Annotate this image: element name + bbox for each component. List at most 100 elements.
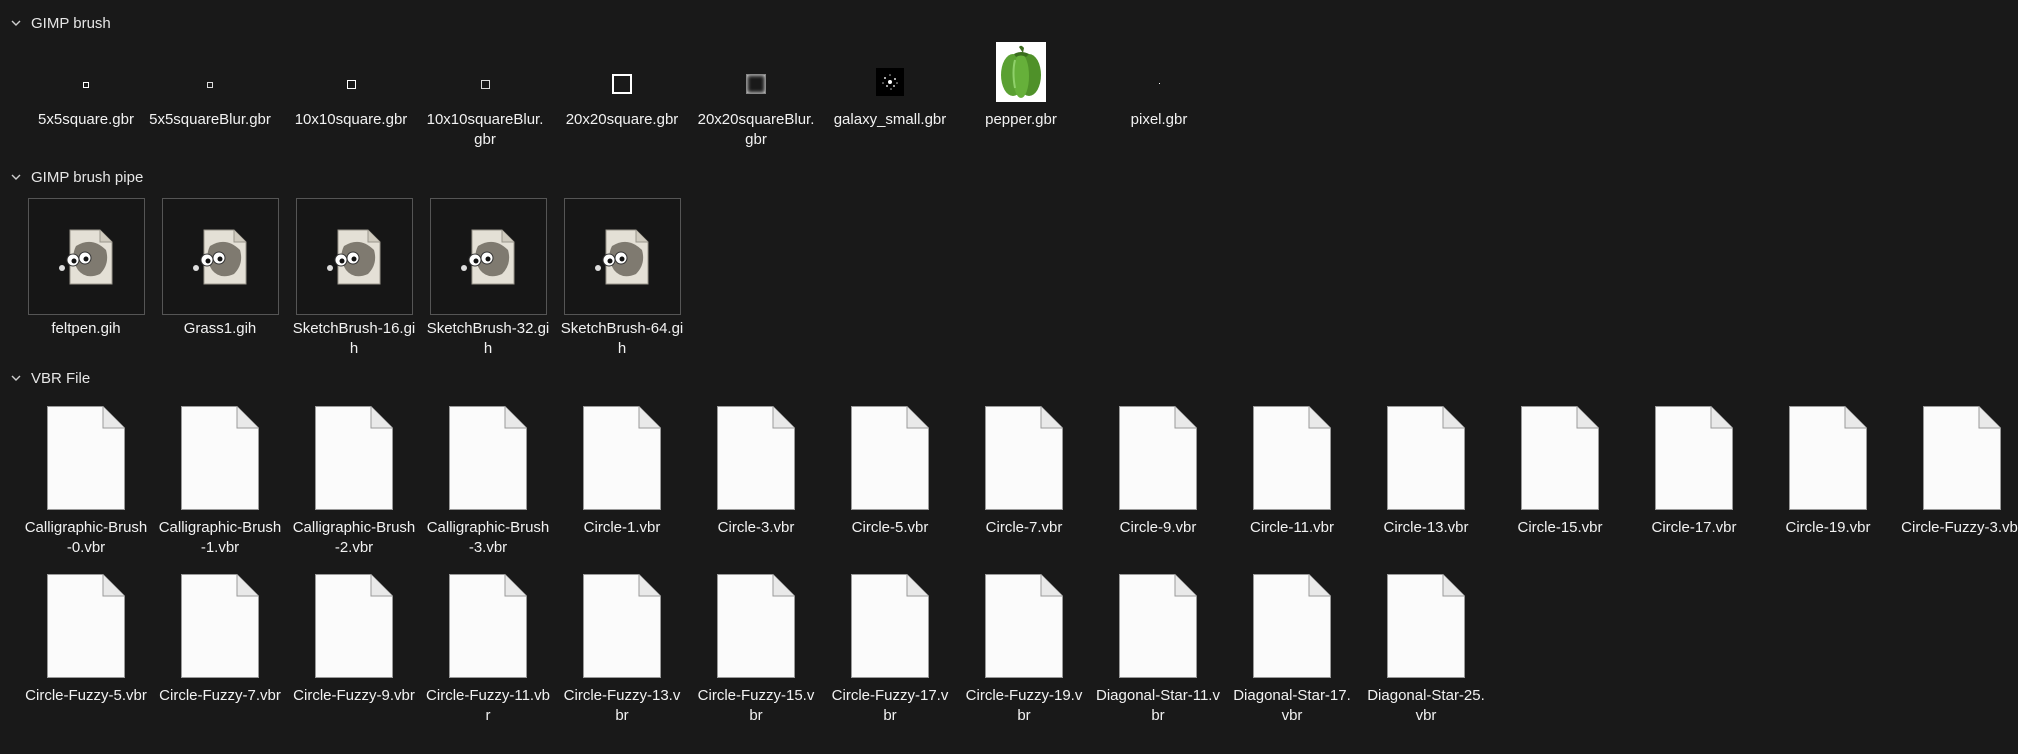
file-name: Circle-Fuzzy-5.vbr — [25, 687, 147, 704]
chevron-down-icon — [11, 174, 21, 180]
group-header-gimp-brush-pipe[interactable]: GIMP brush pipe — [10, 165, 143, 189]
file-item[interactable]: Diagonal-Star-17.vbr — [1229, 572, 1355, 726]
file-name: Calligraphic-Brush-3.vbr — [426, 519, 550, 556]
file-item[interactable]: SketchBrush-16.gih — [291, 198, 417, 359]
file-name: Diagonal-Star-11.vbr — [1096, 687, 1220, 724]
file-item[interactable]: Calligraphic-Brush-2.vbr — [291, 404, 417, 558]
file-item[interactable]: galaxy_small.gbr — [827, 32, 953, 130]
file-item[interactable]: 5x5squareBlur.gbr — [147, 32, 273, 130]
square-brush-icon — [288, 32, 414, 104]
file-item[interactable]: Circle-7.vbr — [961, 404, 1087, 538]
document-icon — [1789, 406, 1867, 510]
file-item[interactable]: SketchBrush-64.gih — [559, 198, 685, 359]
file-item[interactable]: Circle-Fuzzy-11.vbr — [425, 572, 551, 726]
file-item[interactable]: 20x20squareBlur.gbr — [693, 32, 819, 150]
file-item[interactable]: feltpen.gih — [23, 198, 149, 339]
document-icon — [1387, 574, 1465, 678]
file-name: Circle-Fuzzy-9.vbr — [293, 687, 415, 704]
document-icon — [181, 406, 259, 510]
file-name: 20x20square.gbr — [565, 111, 679, 128]
small-square-brush-icon — [23, 32, 149, 104]
file-name: Circle-19.vbr — [1785, 519, 1871, 536]
file-item[interactable]: Circle-Fuzzy-3.vbr — [1899, 404, 2018, 538]
group-header-vbr-file[interactable]: VBR File — [10, 366, 90, 390]
file-item[interactable]: Circle-Fuzzy-17.vbr — [827, 572, 953, 726]
file-name: Calligraphic-Brush-0.vbr — [24, 519, 148, 556]
file-item[interactable]: Calligraphic-Brush-1.vbr — [157, 404, 283, 558]
document-icon — [851, 574, 929, 678]
file-item[interactable]: 20x20square.gbr — [559, 32, 685, 130]
file-name: Calligraphic-Brush-1.vbr — [158, 519, 282, 556]
file-item[interactable]: pepper.gbr — [958, 32, 1084, 130]
file-item[interactable]: Calligraphic-Brush-0.vbr — [23, 404, 149, 558]
file-name: Circle-Fuzzy-17.vbr — [831, 687, 949, 724]
file-item[interactable]: SketchBrush-32.gih — [425, 198, 551, 359]
document-icon — [47, 574, 125, 678]
file-name: SketchBrush-64.gih — [560, 320, 684, 357]
file-name: Circle-9.vbr — [1119, 519, 1197, 536]
document-icon — [449, 574, 527, 678]
file-name: Circle-17.vbr — [1651, 519, 1737, 536]
file-item[interactable]: Circle-1.vbr — [559, 404, 685, 538]
file-item[interactable]: Diagonal-Star-11.vbr — [1095, 572, 1221, 726]
file-item[interactable]: Circle-5.vbr — [827, 404, 953, 538]
document-icon — [717, 574, 795, 678]
document-icon — [1387, 406, 1465, 510]
document-icon — [1253, 406, 1331, 510]
file-name: 10x10squareBlur.gbr — [426, 111, 544, 148]
document-icon — [1253, 574, 1331, 678]
gimp-document-icon — [429, 198, 547, 315]
file-item[interactable]: Circle-Fuzzy-13.vbr — [559, 572, 685, 726]
file-item[interactable]: Circle-11.vbr — [1229, 404, 1355, 538]
file-name: 10x10square.gbr — [294, 111, 408, 128]
file-name: Circle-Fuzzy-13.vbr — [563, 687, 681, 724]
file-name: Circle-Fuzzy-19.vbr — [965, 687, 1083, 724]
document-icon — [985, 574, 1063, 678]
file-item[interactable]: Circle-3.vbr — [693, 404, 819, 538]
file-item[interactable]: 10x10squareBlur.gbr — [422, 32, 548, 150]
file-item[interactable]: Circle-15.vbr — [1497, 404, 1623, 538]
file-item[interactable]: Calligraphic-Brush-3.vbr — [425, 404, 551, 558]
file-item[interactable]: Circle-19.vbr — [1765, 404, 1891, 538]
file-item[interactable]: Circle-Fuzzy-9.vbr — [291, 572, 417, 706]
document-icon — [449, 406, 527, 510]
square-blur-brush-icon — [422, 32, 548, 104]
file-name: Calligraphic-Brush-2.vbr — [292, 519, 416, 556]
file-item[interactable]: 5x5square.gbr — [23, 32, 149, 130]
file-item[interactable]: Circle-Fuzzy-15.vbr — [693, 572, 819, 726]
file-name: Circle-13.vbr — [1383, 519, 1469, 536]
file-item[interactable]: Circle-Fuzzy-5.vbr — [23, 572, 149, 706]
file-name: Circle-Fuzzy-3.vbr — [1901, 519, 2018, 536]
file-name: Grass1.gih — [183, 320, 257, 337]
pixel-brush-icon — [1096, 32, 1222, 104]
group-header-label: GIMP brush pipe — [31, 168, 144, 186]
document-icon — [583, 406, 661, 510]
file-name: Diagonal-Star-17.vbr — [1233, 687, 1351, 724]
document-icon — [985, 406, 1063, 510]
document-icon — [1923, 406, 2001, 510]
large-square-blur-brush-icon — [693, 32, 819, 104]
file-item[interactable]: Circle-Fuzzy-7.vbr — [157, 572, 283, 706]
gimp-document-icon — [563, 198, 681, 315]
file-name: Circle-Fuzzy-7.vbr — [159, 687, 281, 704]
file-item[interactable]: Circle-Fuzzy-19.vbr — [961, 572, 1087, 726]
file-item[interactable]: Diagonal-Star-25.vbr — [1363, 572, 1489, 726]
file-name: galaxy_small.gbr — [833, 111, 947, 128]
file-name: 5x5squareBlur.gbr — [149, 111, 271, 128]
document-icon — [1655, 406, 1733, 510]
file-name: Circle-15.vbr — [1517, 519, 1603, 536]
chevron-down-icon — [11, 375, 21, 381]
file-name: Circle-1.vbr — [583, 519, 661, 536]
small-square-blur-brush-icon — [147, 32, 273, 104]
file-name: feltpen.gih — [51, 320, 121, 337]
file-name: SketchBrush-32.gih — [426, 320, 550, 357]
group-header-label: GIMP brush — [31, 14, 111, 32]
file-item[interactable]: Circle-9.vbr — [1095, 404, 1221, 538]
file-name: Circle-Fuzzy-11.vbr — [426, 687, 550, 724]
file-item[interactable]: 10x10square.gbr — [288, 32, 414, 130]
file-item[interactable]: Grass1.gih — [157, 198, 283, 339]
gimp-document-icon — [27, 198, 145, 315]
file-item[interactable]: pixel.gbr — [1096, 32, 1222, 130]
file-item[interactable]: Circle-13.vbr — [1363, 404, 1489, 538]
file-item[interactable]: Circle-17.vbr — [1631, 404, 1757, 538]
